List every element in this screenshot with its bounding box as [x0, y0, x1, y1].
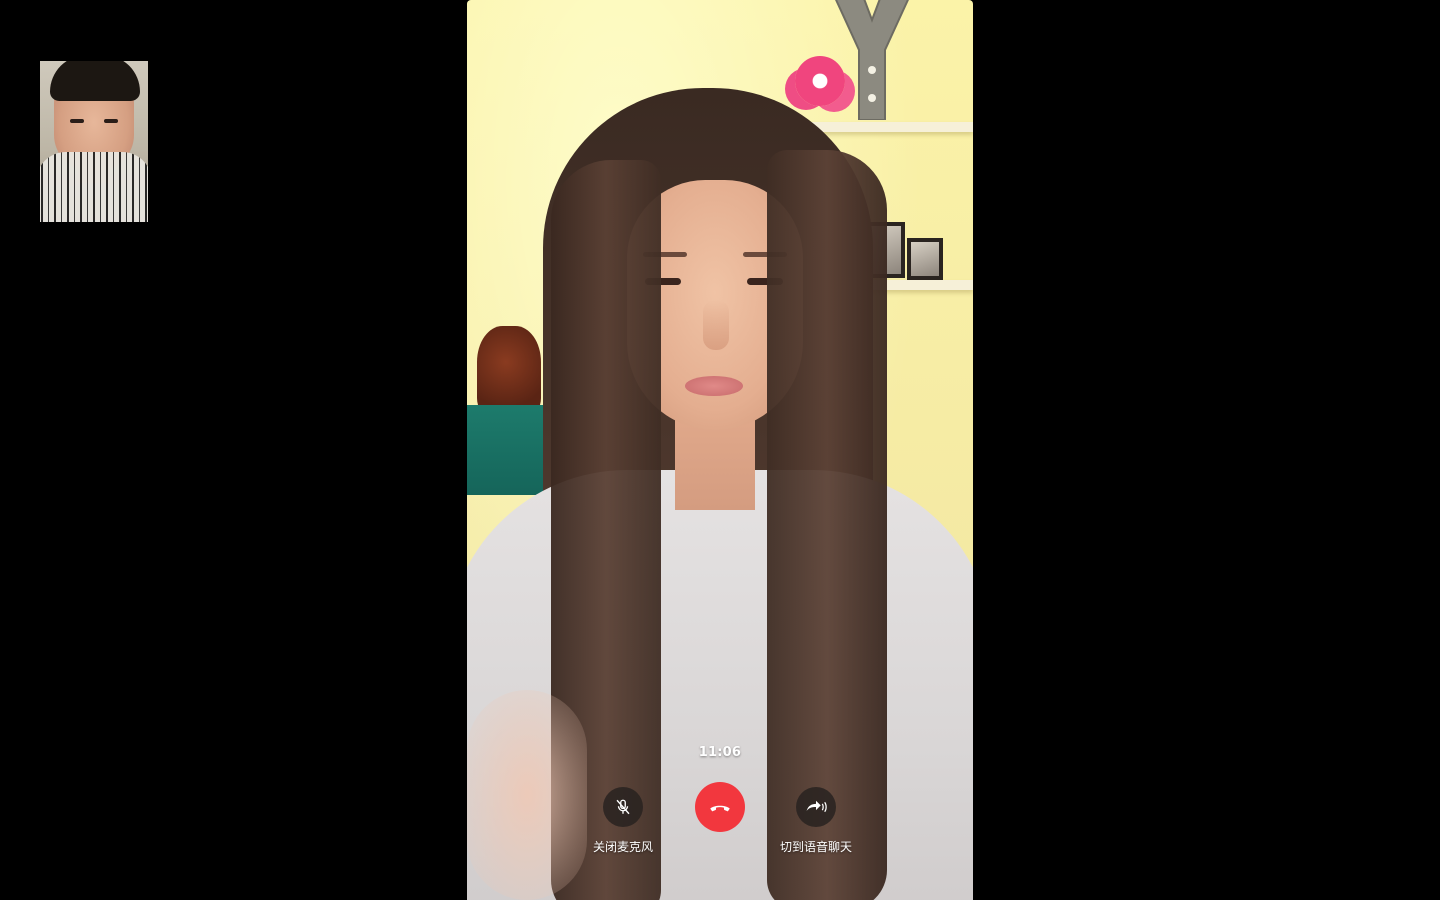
nose [703, 300, 729, 350]
mute-microphone-control[interactable]: 关闭麦克风 [586, 787, 660, 855]
remote-video-feed: 11:06 关闭麦克风 切到语音聊天 [467, 0, 973, 900]
marquee-letter-decoration [835, 0, 909, 120]
preview-eye-left [70, 119, 84, 123]
hangup-button[interactable] [695, 782, 745, 832]
preview-eye-right [104, 119, 118, 123]
switch-to-voice-icon [806, 800, 827, 813]
lips [685, 376, 743, 396]
switch-to-voice-control[interactable]: 切到语音聊天 [773, 787, 859, 855]
plush-toy [477, 326, 541, 416]
hangup-control[interactable] [695, 782, 745, 832]
switch-to-voice-label: 切到语音聊天 [779, 840, 852, 854]
photo-frame-small [907, 238, 943, 280]
mute-microphone-label: 关闭麦克风 [592, 840, 653, 854]
phone-hangup-icon [710, 805, 730, 812]
microphone-off-icon [616, 799, 630, 815]
teal-box [467, 405, 549, 495]
preview-shirt [40, 152, 148, 222]
wall-shelf-top [807, 122, 973, 132]
hand-blur [467, 690, 587, 900]
switch-to-voice-button[interactable] [796, 787, 836, 827]
preview-hair [50, 61, 140, 101]
flower-decoration [795, 56, 845, 106]
call-duration: 11:06 [698, 745, 742, 760]
mute-microphone-button[interactable] [603, 787, 643, 827]
self-camera-preview[interactable] [40, 61, 148, 222]
video-call-window: 11:06 关闭麦克风 切到语音聊天 [0, 0, 1440, 900]
